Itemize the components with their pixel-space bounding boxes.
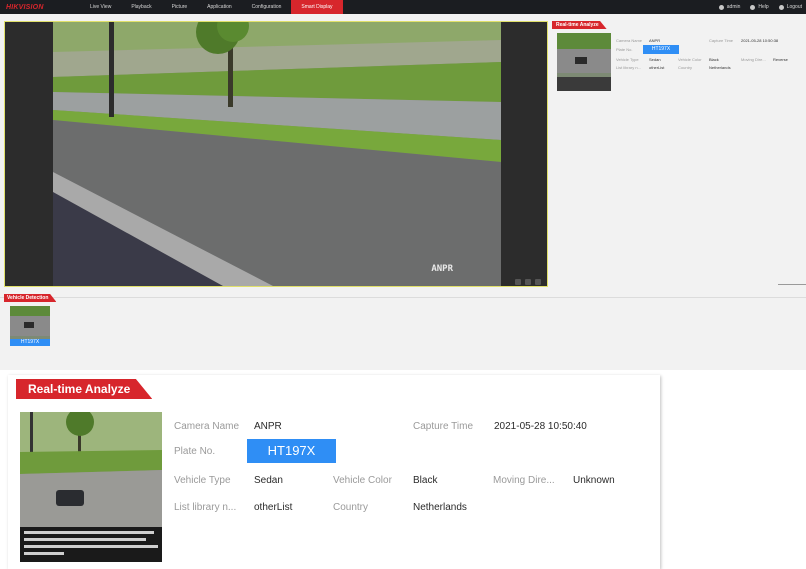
- country-value-small: Netherlands: [709, 65, 731, 70]
- capture-icon[interactable]: [515, 279, 521, 285]
- user-name: admin: [726, 4, 741, 10]
- video-toolbar: [515, 279, 541, 285]
- nav-playback[interactable]: Playback: [121, 0, 161, 14]
- vehicle-detection-plate: HT197X: [10, 339, 50, 346]
- moving-direction-value-small: Reverse: [773, 57, 788, 62]
- camera-name-label: Camera Name: [174, 421, 240, 432]
- horizontal-scrollbar[interactable]: [778, 284, 806, 285]
- live-video-panel[interactable]: ANPR: [4, 21, 548, 287]
- capture-time-value: 2021-05-28 10:50:40: [494, 421, 587, 432]
- plate-value: HT197X: [247, 439, 336, 463]
- help-button[interactable]: Help: [750, 4, 769, 10]
- capture-time-label: Capture Time: [413, 421, 474, 432]
- moving-direction-value: Unknown: [573, 475, 615, 486]
- capture-time-label-small: Capture Time: [709, 38, 734, 43]
- plate-label-small: Plate No.: [616, 47, 633, 52]
- vehicle-color-value-small: Black: [709, 57, 719, 62]
- vehicle-color-label: Vehicle Color: [333, 475, 392, 486]
- help-label: Help: [758, 4, 769, 10]
- vehicle-detection-card[interactable]: HT197X: [10, 306, 50, 346]
- video-frame: ANPR: [53, 22, 501, 286]
- capture-thumbnail[interactable]: [20, 412, 162, 562]
- camera-name-value: ANPR: [254, 421, 282, 432]
- plate-value-small: HT197X: [643, 45, 679, 54]
- video-scene: [53, 22, 501, 286]
- moving-direction-label: Moving Dire...: [493, 475, 555, 486]
- user-area: admin Help Logout: [709, 0, 802, 14]
- country-label-small: Country: [678, 65, 693, 70]
- vehicle-type-label-small: Vehicle Type: [616, 57, 639, 62]
- plate-label: Plate No.: [174, 446, 216, 457]
- vehicle-color-label-small: Vehicle Color: [678, 57, 702, 62]
- list-library-value-small: otherList: [649, 65, 665, 70]
- brand-logo: HIKVISION: [6, 3, 44, 11]
- nav-live-view[interactable]: Live View: [80, 0, 121, 14]
- list-library-value: otherList: [254, 502, 293, 513]
- record-icon[interactable]: [525, 279, 531, 285]
- vehicle-detection-panel: Vehicle Detection HT197X: [4, 294, 164, 364]
- list-library-label-small: List library n...: [616, 65, 641, 70]
- capture-thumbnail-small[interactable]: [557, 33, 611, 91]
- help-icon: [750, 4, 756, 10]
- vehicle-detection-title: Vehicle Detection: [4, 294, 57, 302]
- country-label: Country: [333, 502, 369, 513]
- vehicle-color-value: Black: [413, 475, 438, 486]
- nav-smart-display[interactable]: Smart Display: [291, 0, 343, 14]
- main-area: ANPR Real-time Analyze Camera Name ANPR …: [0, 14, 806, 370]
- video-overlay-text: ANPR: [431, 264, 453, 274]
- vehicle-type-value-small: Sedan: [649, 57, 661, 62]
- top-navigation-bar: HIKVISION Live View Playback Picture App…: [0, 0, 806, 14]
- realtime-analyze-title-small: Real-time Analyze: [552, 21, 607, 29]
- nav-configuration[interactable]: Configuration: [242, 0, 292, 14]
- moving-direction-label-small: Moving Dire...: [741, 57, 766, 62]
- vehicle-type-label: Vehicle Type: [174, 475, 231, 486]
- vehicle-type-value: Sedan: [254, 475, 283, 486]
- nav-application[interactable]: Application: [197, 0, 241, 14]
- list-library-label: List library n...: [174, 502, 237, 513]
- logout-icon: [778, 4, 784, 10]
- realtime-analyze-panel-zoomed: Real-time Analyze Camera Name ANPR Captu…: [8, 375, 660, 569]
- logout-label: Logout: [786, 4, 802, 10]
- realtime-analyze-panel-small: Real-time Analyze Camera Name ANPR Captu…: [552, 21, 802, 101]
- fullscreen-icon[interactable]: [535, 279, 541, 285]
- camera-name-label-small: Camera Name: [616, 38, 643, 43]
- capture-image: [20, 412, 162, 562]
- nav-picture[interactable]: Picture: [162, 0, 198, 14]
- capture-time-value-small: 2021-05-28 10:50:38: [741, 38, 779, 43]
- camera-name-value-small: ANPR: [649, 38, 661, 43]
- country-value: Netherlands: [413, 502, 467, 513]
- user-icon: [718, 4, 724, 10]
- user-menu[interactable]: admin: [718, 4, 741, 10]
- realtime-analyze-title: Real-time Analyze: [16, 379, 153, 399]
- main-nav: Live View Playback Picture Application C…: [80, 0, 343, 14]
- logout-button[interactable]: Logout: [778, 4, 802, 10]
